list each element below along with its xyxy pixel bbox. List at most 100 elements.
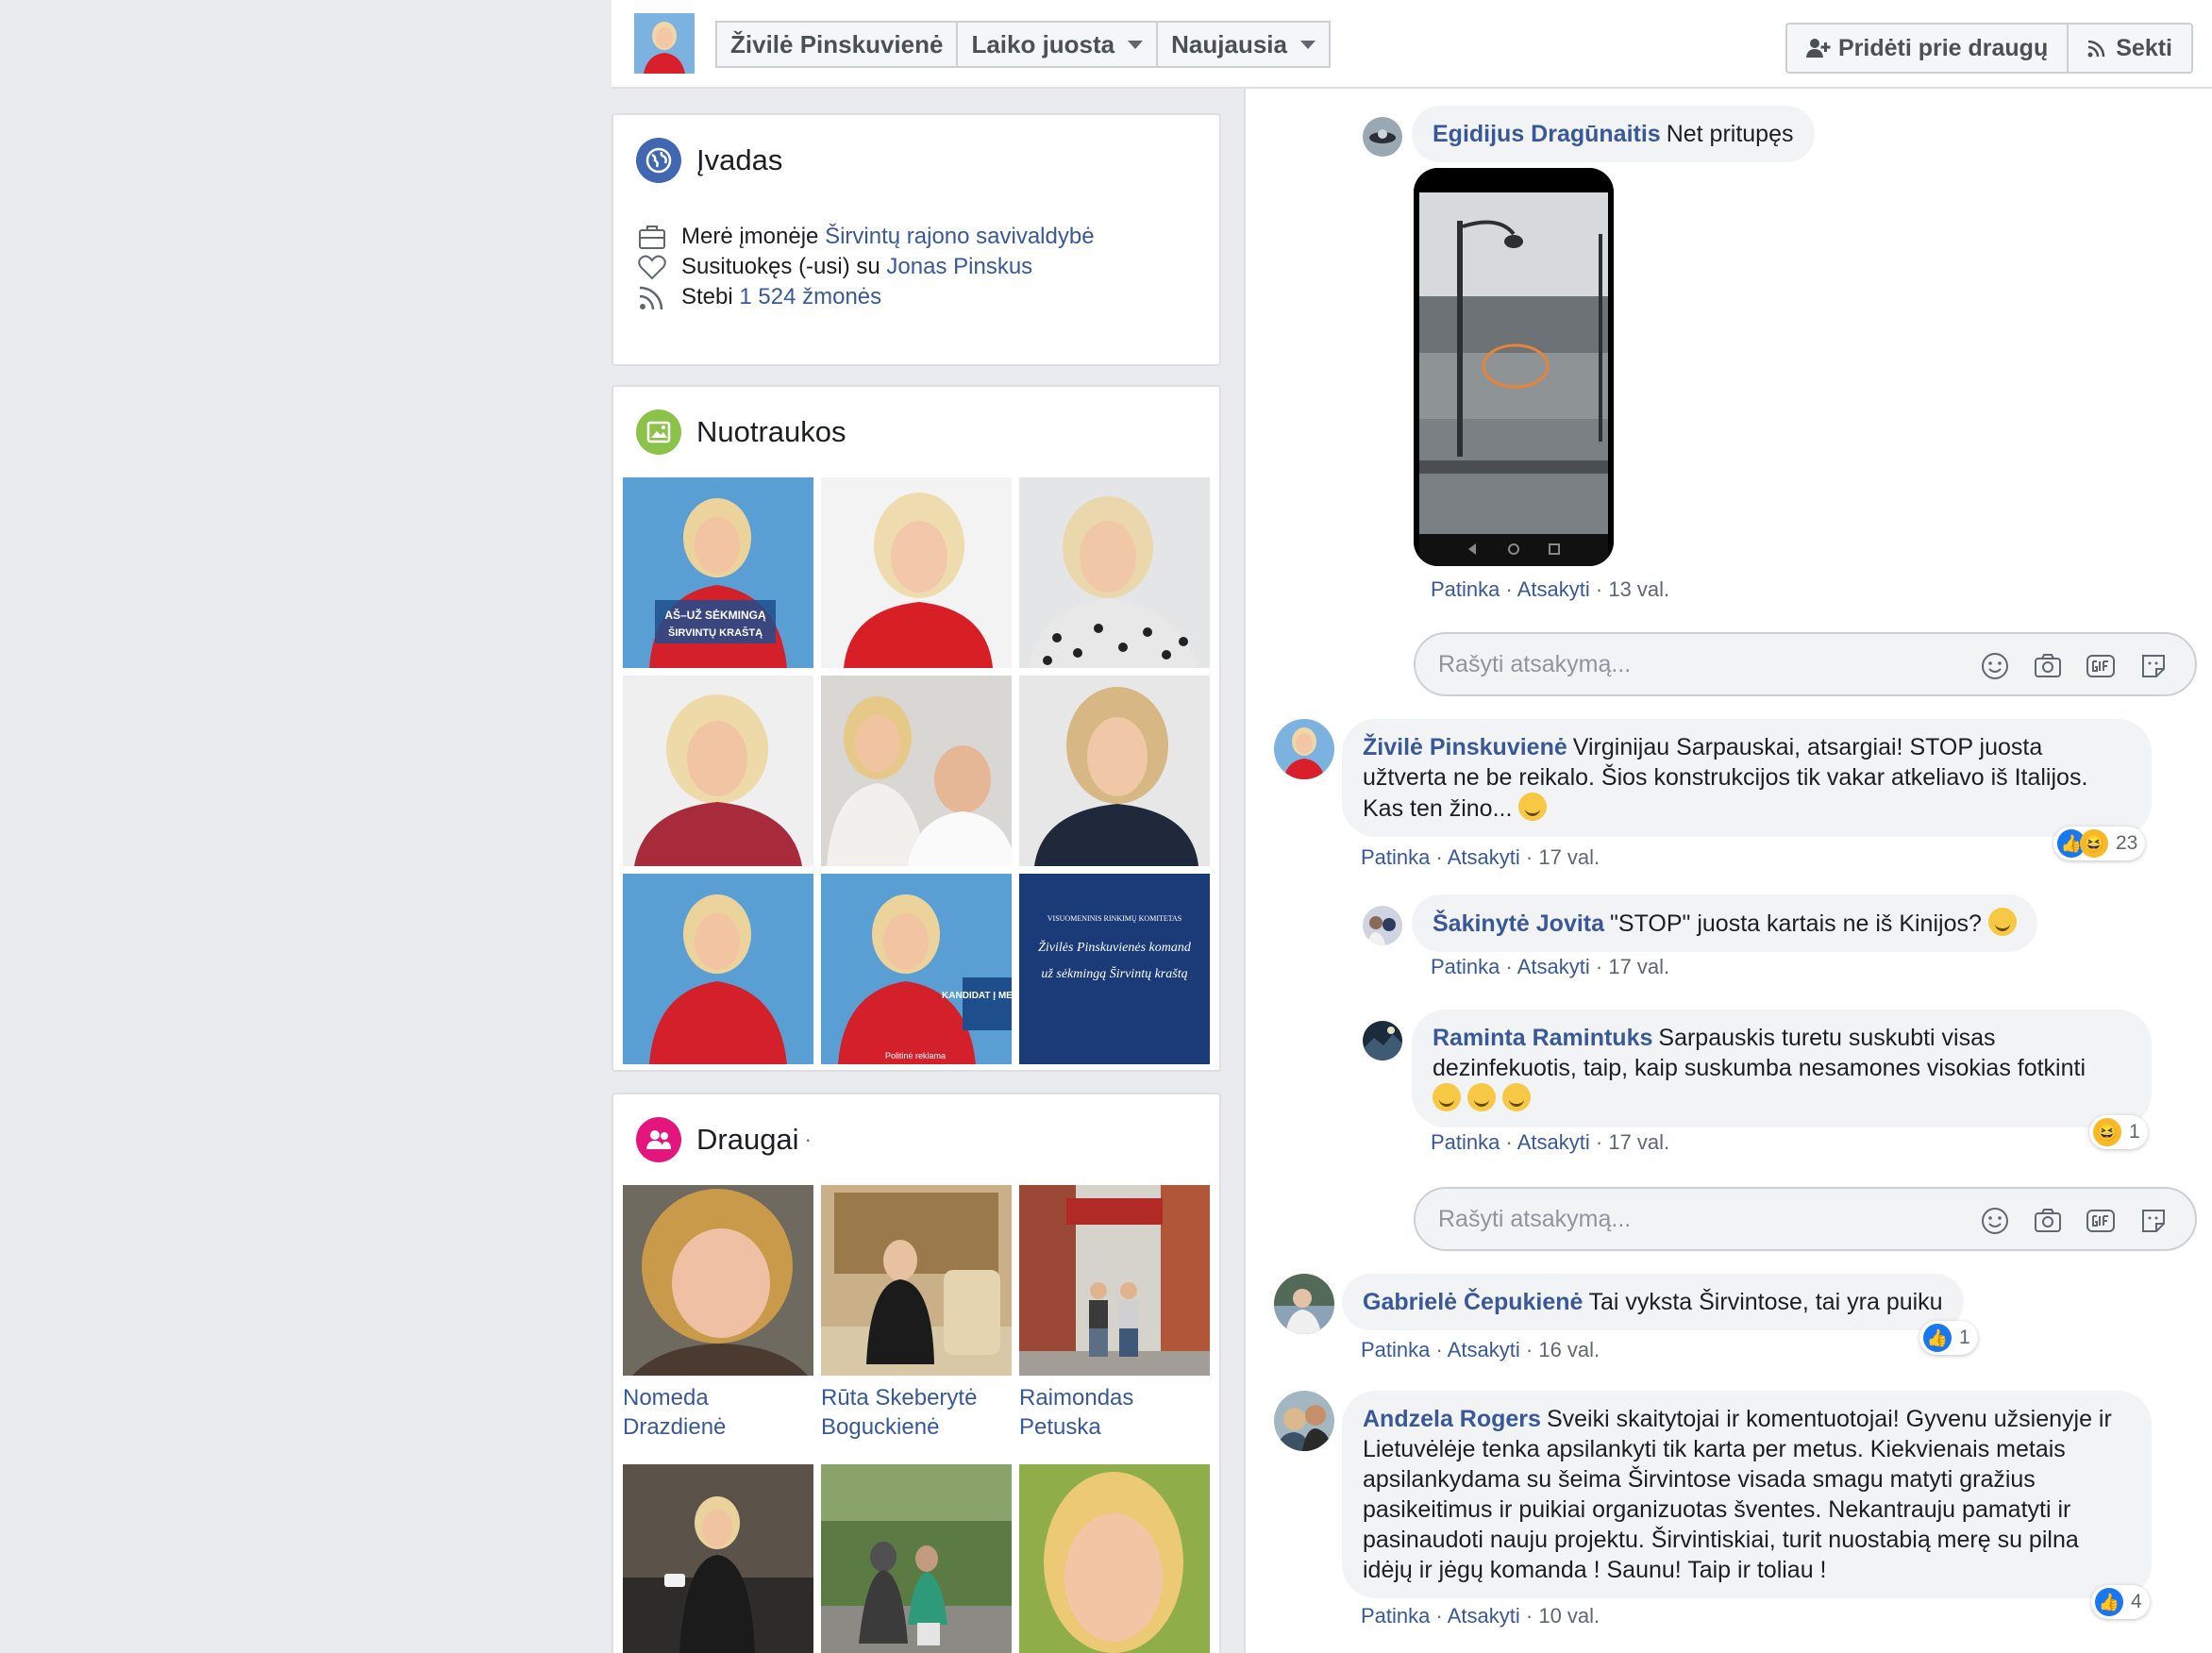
comment-text: Sveiki skaitytojai ir komentuotojai! Gyv… <box>1363 1406 2112 1583</box>
photos-card: Nuotraukos AŠ–UŽ SĖKMINGĄ ŠIRVINTŲ KRAŠTĄ… <box>612 385 1221 1072</box>
profile-thumbnail[interactable] <box>634 13 695 74</box>
profile-topbar: Živilė Pinskuvienė Laiko juosta Naujausi… <box>612 0 2212 89</box>
comment-author-link[interactable]: Andzela Rogers <box>1363 1406 1541 1432</box>
gif-icon[interactable] <box>2084 1204 2118 1238</box>
photo-thumbnail[interactable] <box>821 676 1012 866</box>
comment-timestamp[interactable]: 17 val. <box>1538 845 1600 869</box>
like-link[interactable]: Patinka <box>1361 845 1430 869</box>
comment-timestamp[interactable]: 16 val. <box>1538 1338 1600 1361</box>
commenter-avatar[interactable] <box>1363 1021 1402 1060</box>
sort-label: Naujausia <box>1171 29 1287 58</box>
reaction-summary[interactable]: 👍 1 <box>1919 1321 1978 1355</box>
svg-text:ŠIRVINTŲ KRAŠTĄ: ŠIRVINTŲ KRAŠTĄ <box>668 626 762 639</box>
reaction-summary[interactable]: 👍 😆 23 <box>2053 826 2146 860</box>
intro-relationship-row: Susituokęs (-usi) su Jonas Pinskus <box>636 251 1032 283</box>
reply-link[interactable]: Atsakyti <box>1448 1338 1520 1361</box>
timeline-dropdown[interactable]: Laiko juosta <box>958 23 1159 66</box>
commenter-avatar[interactable] <box>1274 719 1334 779</box>
sticker-icon[interactable] <box>2137 649 2170 683</box>
intro-followers-link[interactable]: 1 524 žmonės <box>739 284 881 310</box>
friend-name-line: Drazdienė <box>623 1414 727 1440</box>
friends-title-text: Draugai <box>696 1123 799 1156</box>
svg-text:VISUOMENINIS RINKIMŲ KOMITETAS: VISUOMENINIS RINKIMŲ KOMITETAS <box>1047 914 1181 923</box>
sort-dropdown[interactable]: Naujausia <box>1158 23 1329 66</box>
comment-author-link[interactable]: Gabrielė Čepukienė <box>1363 1289 1583 1315</box>
comment-bubble: Gabrielė Čepukienė Tai vyksta Širvintose,… <box>1342 1274 1964 1330</box>
friend-photo[interactable] <box>821 1464 1012 1653</box>
sticker-icon[interactable] <box>2137 1204 2170 1238</box>
profile-name-button[interactable]: Živilė Pinskuvienė <box>717 23 959 66</box>
like-link[interactable]: Patinka <box>1361 1604 1430 1628</box>
comment-timestamp[interactable]: 10 val. <box>1538 1604 1600 1628</box>
reaction-count: 23 <box>2116 832 2138 854</box>
friends-icon <box>636 1117 681 1162</box>
photo-thumbnail[interactable]: KANDIDAT Į MERUS Politinė reklama <box>821 874 1012 1064</box>
friend-photo[interactable] <box>623 1185 813 1376</box>
commenter-avatar[interactable] <box>1363 906 1402 945</box>
friend-name-link[interactable]: Nomeda Drazdienė <box>623 1383 813 1442</box>
friend-photo[interactable] <box>623 1464 813 1653</box>
reply-link[interactable]: Atsakyti <box>1448 845 1520 869</box>
friend-photo[interactable] <box>1019 1464 1210 1653</box>
comment-actions: Patinka · Atsakyti · 16 val. <box>1361 1338 1600 1361</box>
reply-tools <box>1978 649 2170 683</box>
reaction-summary[interactable]: 👍 4 <box>2091 1585 2150 1619</box>
intro-work-row: Merė įmonėje Širvintų rajono savivaldybė <box>636 221 1095 253</box>
friend-name-line: Raimondas <box>1019 1385 1134 1411</box>
photo-thumbnail[interactable] <box>1019 477 1210 668</box>
photos-title-text: Nuotraukos <box>696 415 846 448</box>
commenter-avatar[interactable] <box>1363 117 1402 157</box>
timeline-label: Laiko juosta <box>971 29 1115 58</box>
comments-feed: Egidijus Dragūnaitis Net pritupęs Patinka… <box>1244 89 2212 1653</box>
friend-photo[interactable] <box>821 1185 1012 1376</box>
haha-reaction-icon: 😆 <box>2093 1118 2121 1146</box>
commenter-avatar[interactable] <box>1274 1391 1334 1451</box>
comment-author-link[interactable]: Egidijus Dragūnaitis <box>1433 121 1661 147</box>
emoji-icon[interactable] <box>1978 649 2012 683</box>
friends-title: Draugai · <box>636 1117 812 1162</box>
reply-link[interactable]: Atsakyti <box>1517 955 1590 978</box>
gif-icon[interactable] <box>2084 649 2118 683</box>
comment-author-link[interactable]: Živilė Pinskuvienė <box>1363 734 1567 760</box>
reply-link[interactable]: Atsakyti <box>1517 1130 1590 1154</box>
commenter-avatar[interactable] <box>1274 1274 1334 1334</box>
comment-bubble: Raminta Ramintuks Sarpauskis turetu susku… <box>1412 1010 2152 1127</box>
comment-timestamp[interactable]: 17 val. <box>1608 1130 1669 1154</box>
briefcase-icon <box>636 221 668 253</box>
photo-thumbnail[interactable] <box>623 874 813 1064</box>
friend-name-link[interactable]: Raimondas Petuska <box>1019 1383 1210 1442</box>
photo-thumbnail[interactable]: AŠ–UŽ SĖKMINGĄ ŠIRVINTŲ KRAŠTĄ <box>623 477 813 668</box>
like-link[interactable]: Patinka <box>1361 1338 1430 1361</box>
reply-input[interactable]: Rašyti atsakymą... <box>1414 1187 2197 1251</box>
comment-bubble: Šakinytė Jovita "STOP" juosta kartais ne … <box>1412 894 2037 952</box>
add-friend-button[interactable]: Pridėti prie draugų <box>1787 25 2067 72</box>
follow-button[interactable]: Sekti <box>2067 25 2191 72</box>
friend-name-line: Nomeda <box>623 1385 709 1411</box>
reply-input[interactable]: Rašyti atsakymą... <box>1414 632 2197 696</box>
comment-timestamp[interactable]: 13 val. <box>1608 577 1669 601</box>
intro-work-link[interactable]: Širvintų rajono savivaldybė <box>825 224 1094 250</box>
reaction-count: 4 <box>2131 1591 2142 1612</box>
comment-timestamp[interactable]: 17 val. <box>1608 955 1669 978</box>
photo-thumbnail[interactable] <box>821 477 1012 668</box>
photo-thumbnail[interactable] <box>623 676 813 866</box>
emoji-icon[interactable] <box>1978 1204 2012 1238</box>
camera-icon[interactable] <box>2031 649 2065 683</box>
like-link[interactable]: Patinka <box>1431 577 1500 601</box>
friend-name-link[interactable]: Rūta Skeberytė Boguckienė <box>821 1383 1012 1442</box>
camera-icon[interactable] <box>2031 1204 2065 1238</box>
comment-author-link[interactable]: Raminta Ramintuks <box>1433 1025 1652 1051</box>
photo-thumbnail[interactable]: VISUOMENINIS RINKIMŲ KOMITETAS Živilės Pi… <box>1019 874 1210 1064</box>
svg-text:Živilės Pinskuvienės komand: Živilės Pinskuvienės komand <box>1038 939 1192 955</box>
intro-relationship-link[interactable]: Jonas Pinskus <box>886 254 1032 280</box>
reply-link[interactable]: Atsakyti <box>1448 1604 1520 1628</box>
photo-thumbnail[interactable] <box>1019 676 1210 866</box>
friends-card: Draugai · Nomeda Drazdienė Rūta Skeberyt… <box>612 1093 1221 1653</box>
reaction-summary[interactable]: 😆 1 <box>2089 1115 2148 1149</box>
comment-attachment-image[interactable] <box>1414 168 1614 566</box>
comment-author-link[interactable]: Šakinytė Jovita <box>1433 910 1604 937</box>
like-link[interactable]: Patinka <box>1431 955 1500 978</box>
reply-link[interactable]: Atsakyti <box>1517 577 1590 601</box>
like-link[interactable]: Patinka <box>1431 1130 1500 1154</box>
friend-photo[interactable] <box>1019 1185 1210 1376</box>
